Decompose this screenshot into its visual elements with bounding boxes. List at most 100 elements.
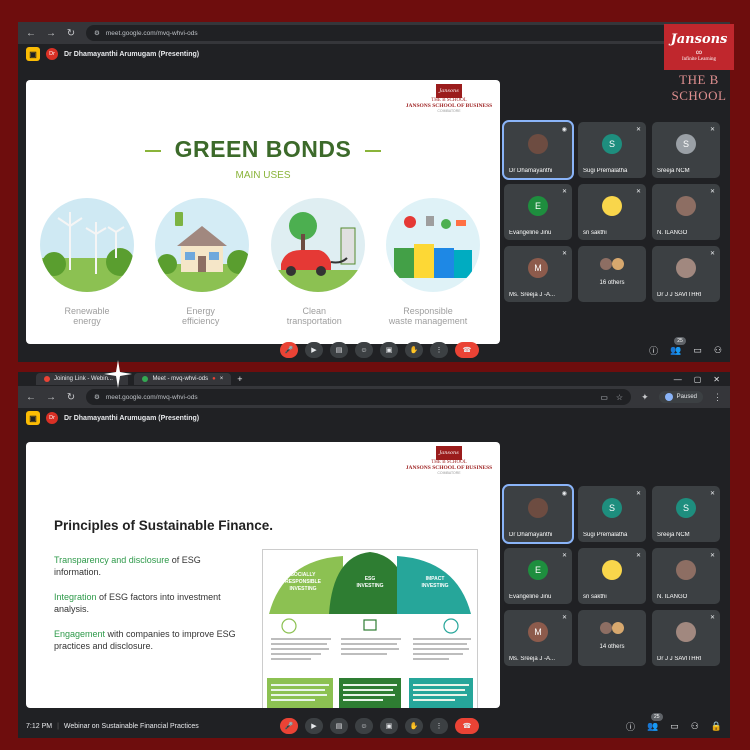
speaking-icon: ◉: [561, 127, 567, 133]
use-caption-renewable: Renewable energy: [64, 306, 110, 326]
people-icon[interactable]: 👥 25: [670, 336, 686, 356]
meet-controls: 🎤 ▶ ▤ ☺ ▣ ✋ ⋮ ☎ ⓘ 👥 25 ▭ ⚇: [18, 336, 730, 362]
chat-icon[interactable]: ▭: [670, 721, 679, 732]
emoji-icon[interactable]: ☺: [355, 342, 373, 358]
muted-mic-icon: ✕: [635, 491, 641, 497]
leave-call-icon[interactable]: ☎: [455, 342, 479, 358]
logo-city: COIMBATORE: [437, 109, 461, 113]
presenter-avatar: Dr: [46, 48, 58, 60]
meet-panel-icon[interactable]: ▣: [26, 411, 40, 425]
more-options-icon[interactable]: ⋮: [430, 342, 448, 358]
address-bar: ← → ↻ ⚙ meet.google.com/mvq-whvi-ods ▭☆ …: [18, 22, 730, 44]
presenter-avatar: Dr: [46, 412, 58, 424]
forward-icon[interactable]: →: [46, 392, 56, 403]
sri-label-2: RESPONSIBLE: [285, 579, 322, 585]
present-icon[interactable]: ▣: [380, 718, 398, 734]
info-icon[interactable]: ⓘ: [649, 344, 658, 357]
people-icon[interactable]: 👥 25: [647, 712, 663, 732]
participant-tile[interactable]: S ✕ Sugi Premalatha: [578, 122, 646, 178]
participant-tile[interactable]: S ✕ Sreeja NCM: [652, 486, 720, 542]
participant-tile[interactable]: E ✕ Evangeline Jinu: [504, 548, 572, 604]
bookmark-star-icon[interactable]: ☆: [616, 393, 623, 402]
muted-mic-icon: ✕: [635, 127, 641, 133]
captions-icon[interactable]: ▤: [330, 342, 348, 358]
site-info-icon[interactable]: ⚙: [94, 393, 100, 401]
esg-label-1: ESG: [365, 576, 376, 582]
participant-avatar: [528, 498, 548, 518]
participant-avatar: [676, 196, 696, 216]
participant-tile[interactable]: ◉ Dr Dhamayanthi: [502, 484, 574, 544]
info-icon[interactable]: ⓘ: [626, 720, 635, 733]
site-info-icon[interactable]: ⚙: [94, 29, 100, 37]
activities-icon[interactable]: ⚇: [691, 721, 699, 732]
participant-tile[interactable]: M ✕ Ms. Sreeja J -A...: [504, 610, 572, 666]
close-window-icon[interactable]: ✕: [713, 375, 720, 384]
maximize-icon[interactable]: ▢: [694, 375, 702, 384]
participant-name: Ms. Sreeja J -A...: [509, 656, 556, 662]
reload-icon[interactable]: ↻: [66, 28, 76, 39]
screenshot-sustainable-finance: Joining Link - Webin...× Meet - mvq-whvi…: [18, 372, 730, 738]
participant-avatar: M: [528, 622, 548, 642]
participant-tile[interactable]: M ✕ Ms. Sreeja J -A...: [504, 246, 572, 302]
back-icon[interactable]: ←: [26, 392, 36, 403]
impact-label-1: IMPACT: [426, 576, 445, 582]
new-tab-icon[interactable]: +: [237, 374, 242, 384]
slide-title: GREEN BONDS: [26, 136, 500, 163]
raise-hand-icon[interactable]: ✋: [405, 342, 423, 358]
participant-tile[interactable]: S ✕ Sreeja NCM: [652, 122, 720, 178]
participant-avatar: S: [602, 134, 622, 154]
muted-mic-icon: ✕: [561, 615, 567, 621]
camera-icon[interactable]: ▶: [305, 342, 323, 358]
participant-tile[interactable]: ✕ sri sakthi: [578, 548, 646, 604]
tab-close-icon[interactable]: ×: [220, 376, 224, 382]
profile-paused-button[interactable]: Paused: [658, 391, 703, 403]
more-options-icon[interactable]: ⋮: [430, 718, 448, 734]
raise-hand-icon[interactable]: ✋: [405, 718, 423, 734]
participant-tile[interactable]: 16 others: [578, 246, 646, 302]
cast-icon[interactable]: ▭: [600, 393, 608, 402]
participant-tile[interactable]: S ✕ Sugi Premalatha: [578, 486, 646, 542]
participant-tile[interactable]: E ✕ Evangeline Jinu: [504, 184, 572, 240]
host-controls-icon[interactable]: 🔒: [711, 721, 722, 732]
present-icon[interactable]: ▣: [380, 342, 398, 358]
participant-avatar: [600, 622, 612, 634]
extensions-icon[interactable]: ✦: [641, 392, 649, 403]
chat-icon[interactable]: ▭: [693, 345, 702, 356]
participant-tile[interactable]: ✕ Dr J J SAVITHRI: [652, 246, 720, 302]
recording-icon: ●: [212, 376, 216, 382]
participant-tile[interactable]: ✕ N. ILANGO: [652, 548, 720, 604]
participant-tile[interactable]: ✕ Dr J J SAVITHRI: [652, 610, 720, 666]
participant-tile[interactable]: 14 others: [578, 610, 646, 666]
impact-label-2: INVESTING: [422, 583, 449, 589]
participant-name: Evangeline Jinu: [509, 594, 552, 600]
minimize-icon[interactable]: —: [674, 375, 682, 384]
back-icon[interactable]: ←: [26, 28, 36, 39]
sparkle-icon: [104, 360, 132, 388]
reload-icon[interactable]: ↻: [66, 392, 76, 403]
leave-call-icon[interactable]: ☎: [455, 718, 479, 734]
camera-icon[interactable]: ▶: [305, 718, 323, 734]
mic-off-icon[interactable]: 🎤: [280, 718, 298, 734]
activities-icon[interactable]: ⚇: [714, 345, 722, 356]
meet-panel-icon[interactable]: ▣: [26, 47, 40, 61]
forward-icon[interactable]: →: [46, 28, 56, 39]
participant-name: Evangeline Jinu: [509, 230, 552, 236]
muted-mic-icon: ✕: [635, 553, 641, 559]
url-field[interactable]: ⚙ meet.google.com/mvq-whvi-ods ▭☆: [86, 25, 705, 41]
slide-green-bonds: Jansons THE B SCHOOL JANSONS SCHOOL OF B…: [26, 80, 500, 344]
brand-tagline: Infinite Learning: [681, 57, 716, 62]
people-count-badge: 25: [674, 336, 686, 345]
meet-icon: [142, 376, 149, 382]
emoji-icon[interactable]: ☺: [355, 718, 373, 734]
captions-icon[interactable]: ▤: [330, 718, 348, 734]
participant-tile[interactable]: ✕ N. ILANGO: [652, 184, 720, 240]
muted-mic-icon: ✕: [709, 251, 715, 257]
participant-tile[interactable]: ◉ Dr Dhamayanthi: [502, 120, 574, 180]
participant-name: Ms. Sreeja J -A...: [509, 292, 556, 298]
browser-menu-icon[interactable]: ⋮: [713, 392, 722, 403]
tab-meet[interactable]: Meet - mvq-whvi-ods ● ×: [134, 373, 232, 385]
infinity-icon: ∞: [695, 47, 703, 57]
url-field[interactable]: ⚙ meet.google.com/mvq-whvi-ods ▭☆: [86, 389, 632, 405]
participant-tile[interactable]: ✕ sri sakthi: [578, 184, 646, 240]
mic-off-icon[interactable]: 🎤: [280, 342, 298, 358]
